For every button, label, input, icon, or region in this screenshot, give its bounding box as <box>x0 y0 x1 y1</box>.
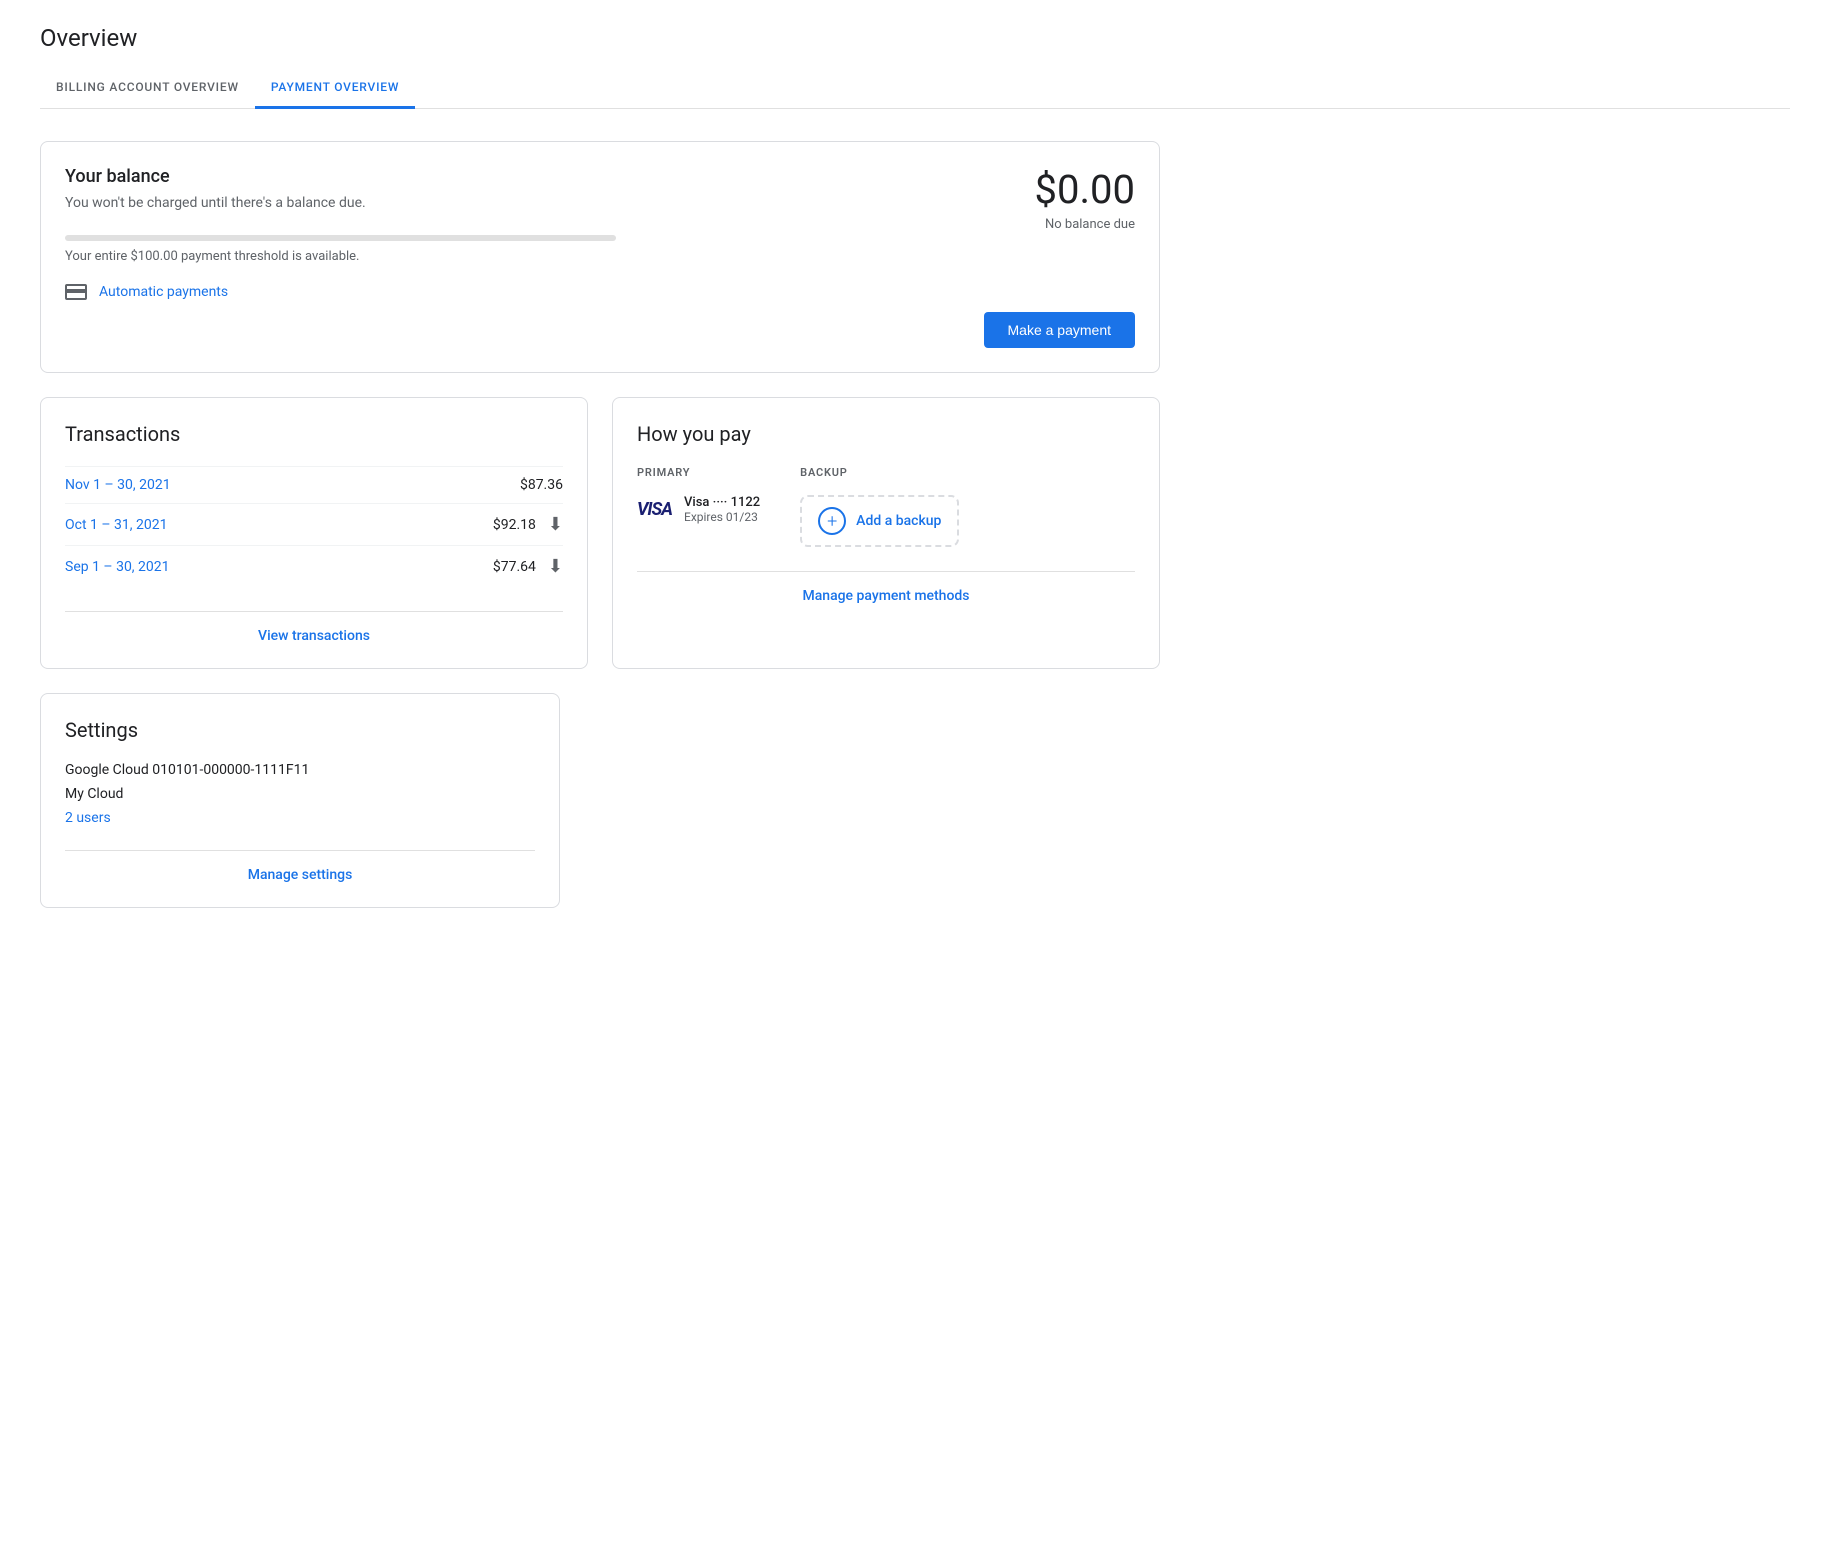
how-you-pay-title: How you pay <box>637 422 1135 446</box>
tabs-container: Billing Account Overview Payment Overvie… <box>40 68 1790 109</box>
tab-payment-overview[interactable]: Payment Overview <box>255 68 415 109</box>
payment-methods-cols: Primary VISA Visa ···· 1122 Expires 01/2… <box>637 466 1135 547</box>
transaction-amount-1: $87.36 <box>520 477 563 493</box>
progress-bar-container <box>65 235 984 241</box>
progress-bar-track <box>65 235 616 241</box>
transactions-footer: View transactions <box>65 611 563 644</box>
transactions-title: Transactions <box>65 422 563 446</box>
transactions-card: Transactions Nov 1 – 30, 2021 $87.36 Oct… <box>40 397 588 669</box>
page-header: Overview Billing Account Overview Paymen… <box>0 0 1830 109</box>
card-name: Visa ···· 1122 <box>684 495 760 510</box>
settings-account-id: Google Cloud 010101-000000-1111F11 <box>65 762 535 778</box>
how-you-pay-footer: Manage payment methods <box>637 571 1135 604</box>
download-icon-1[interactable]: ⬇ <box>548 514 563 535</box>
transaction-right-3: $77.64 ⬇ <box>493 556 563 577</box>
add-backup-button[interactable]: + Add a backup <box>800 495 959 547</box>
add-backup-label: Add a backup <box>856 513 941 529</box>
transaction-amount-2: $92.18 <box>493 517 536 533</box>
balance-left: Your balance You won't be charged until … <box>65 166 984 348</box>
balance-card: Your balance You won't be charged until … <box>40 141 1160 373</box>
transaction-amount-3: $77.64 <box>493 559 536 575</box>
plus-icon: + <box>818 507 846 535</box>
threshold-text: Your entire $100.00 payment threshold is… <box>65 249 984 264</box>
balance-status: No balance due <box>984 217 1136 232</box>
settings-card: Settings Google Cloud 010101-000000-1111… <box>40 693 560 908</box>
make-payment-button[interactable]: Make a payment <box>984 312 1136 348</box>
balance-footer: Automatic payments <box>65 284 984 300</box>
credit-card-icon <box>65 284 87 300</box>
manage-payment-methods-link[interactable]: Manage payment methods <box>802 588 969 604</box>
primary-label: Primary <box>637 466 760 479</box>
backup-payment-col: Backup + Add a backup <box>800 466 959 547</box>
balance-right: $0.00 No balance due Make a payment <box>984 166 1136 348</box>
card-details: Visa ···· 1122 Expires 01/23 <box>684 495 760 524</box>
table-row: Nov 1 – 30, 2021 $87.36 <box>65 466 563 503</box>
table-row: Sep 1 – 30, 2021 $77.64 ⬇ <box>65 545 563 587</box>
download-icon-2[interactable]: ⬇ <box>548 556 563 577</box>
transaction-right-1: $87.36 <box>520 477 563 493</box>
visa-logo: VISA <box>637 499 672 520</box>
primary-payment-col: Primary VISA Visa ···· 1122 Expires 01/2… <box>637 466 760 547</box>
table-row: Oct 1 – 31, 2021 $92.18 ⬇ <box>65 503 563 545</box>
card-expiry: Expires 01/23 <box>684 510 760 524</box>
transaction-date-2[interactable]: Oct 1 – 31, 2021 <box>65 517 167 533</box>
main-content: Your balance You won't be charged until … <box>0 109 1200 940</box>
settings-users-link[interactable]: 2 users <box>65 810 535 826</box>
settings-title: Settings <box>65 718 535 742</box>
balance-subtitle: You won't be charged until there's a bal… <box>65 195 984 211</box>
balance-title: Your balance <box>65 166 984 187</box>
how-you-pay-card: How you pay Primary VISA Visa ···· 1122 … <box>612 397 1160 669</box>
transaction-right-2: $92.18 ⬇ <box>493 514 563 535</box>
balance-amount: $0.00 <box>984 166 1136 213</box>
settings-footer: Manage settings <box>65 850 535 883</box>
auto-payments-link[interactable]: Automatic payments <box>65 284 228 300</box>
view-transactions-link[interactable]: View transactions <box>258 628 370 644</box>
transaction-date-3[interactable]: Sep 1 – 30, 2021 <box>65 559 170 575</box>
tab-billing-overview[interactable]: Billing Account Overview <box>40 68 255 109</box>
page-title: Overview <box>40 24 1790 52</box>
manage-settings-link[interactable]: Manage settings <box>248 867 353 883</box>
transaction-date-1[interactable]: Nov 1 – 30, 2021 <box>65 477 171 493</box>
backup-label: Backup <box>800 466 959 479</box>
auto-payments-label: Automatic payments <box>99 284 228 300</box>
settings-cloud-name: My Cloud <box>65 786 535 802</box>
primary-card-info: VISA Visa ···· 1122 Expires 01/23 <box>637 495 760 524</box>
two-col-row: Transactions Nov 1 – 30, 2021 $87.36 Oct… <box>40 397 1160 669</box>
